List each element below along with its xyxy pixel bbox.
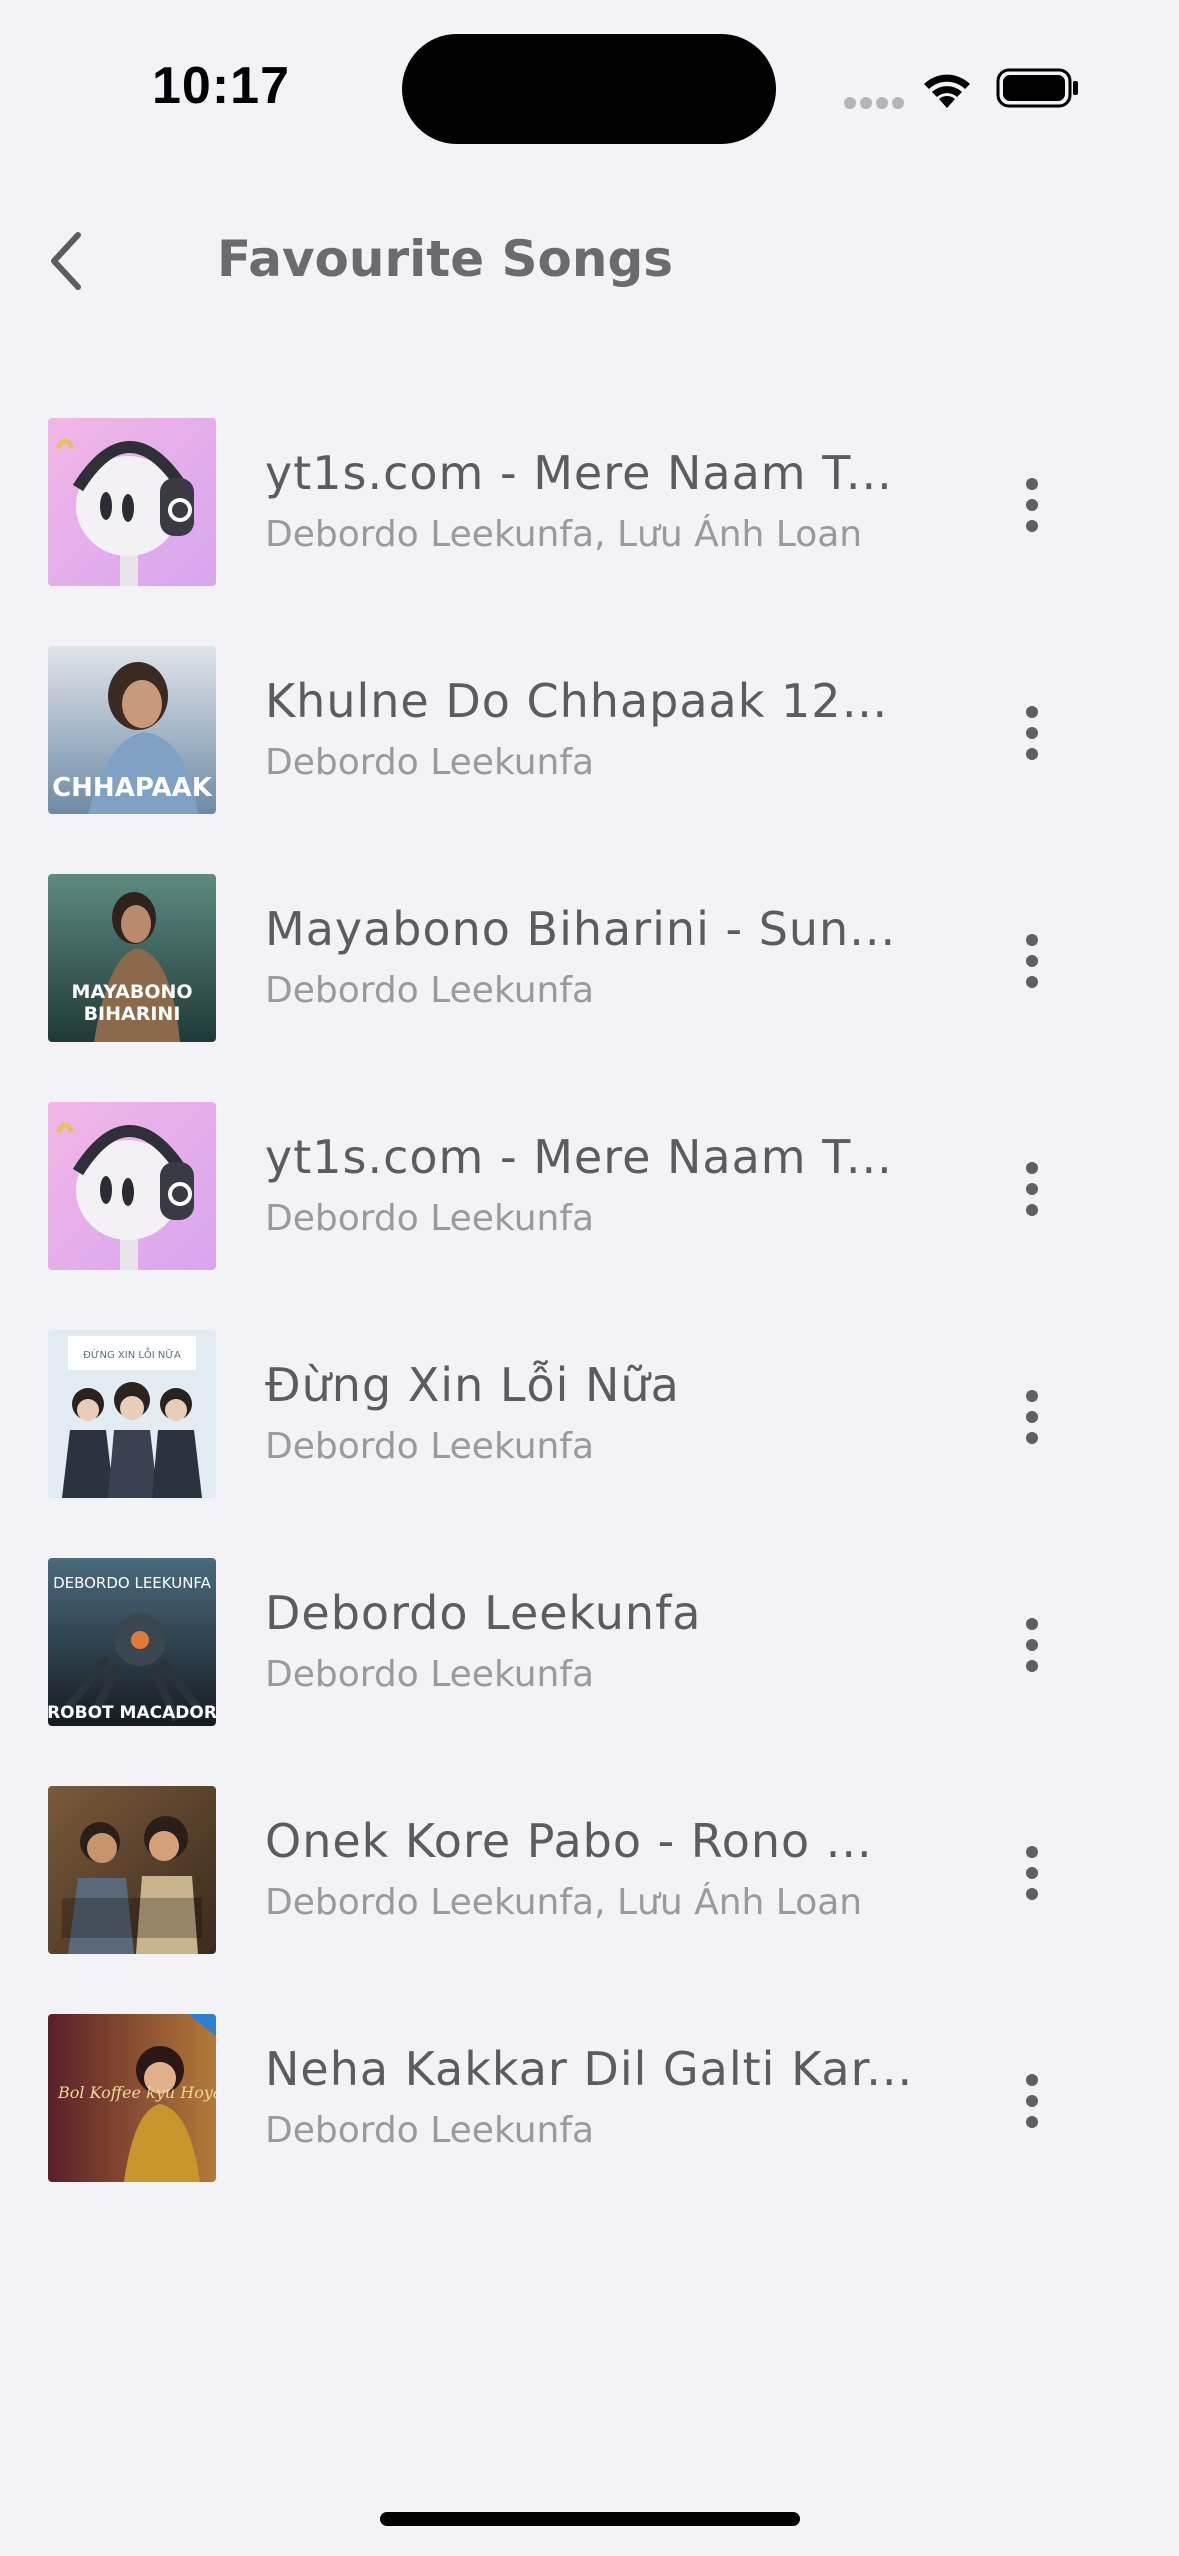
song-artist: Debordo Leekunfa xyxy=(265,1198,595,1239)
more-options-button[interactable] xyxy=(1000,1600,1064,1690)
more-vertical-icon xyxy=(1026,706,1038,718)
album-art-headphone-mascot xyxy=(48,418,216,586)
song-artist: Debordo Leekunfa xyxy=(265,970,595,1011)
song-row[interactable]: yt1s.com - Mere Naam T... Debordo Leekun… xyxy=(0,1094,1179,1322)
back-button[interactable] xyxy=(36,226,96,296)
song-row[interactable]: ĐỪNG XIN LỖI NỮA Đừng Xin Lỗi Nữa Debord… xyxy=(0,1322,1179,1550)
svg-text:DEBORDO LEEKUNFA: DEBORDO LEEKUNFA xyxy=(53,1574,212,1592)
song-row[interactable]: Onek Kore Pabo - Rono ... Debordo Leekun… xyxy=(0,1778,1179,2006)
album-art-robot-macador: DEBORDO LEEKUNFA ROBOT MACADOR xyxy=(48,1558,216,1726)
svg-text:BIHARINI: BIHARINI xyxy=(84,1003,181,1025)
song-artist: Debordo Leekunfa xyxy=(265,742,595,783)
album-art-mayabono: MAYABONO BIHARINI xyxy=(48,874,216,1042)
album-art-onek-kore-pabo xyxy=(48,1786,216,1954)
song-artist: Debordo Leekunfa, Lưu Ánh Loan xyxy=(265,1882,863,1923)
svg-text:CHHAPAAK: CHHAPAAK xyxy=(52,773,213,803)
song-title: yt1s.com - Mere Naam T... xyxy=(265,446,893,500)
more-options-button[interactable] xyxy=(1000,1828,1064,1918)
album-art-chhapaak: CHHAPAAK xyxy=(48,646,216,814)
more-options-button[interactable] xyxy=(1000,916,1064,1006)
song-artist: Debordo Leekunfa, Lưu Ánh Loan xyxy=(265,514,863,555)
status-time: 10:17 xyxy=(152,57,290,115)
song-row[interactable]: yt1s.com - Mere Naam T... Debordo Leekun… xyxy=(0,410,1179,638)
song-title: Debordo Leekunfa xyxy=(265,1586,702,1640)
song-row[interactable]: CHHAPAAK Khulne Do Chhapaak 128... Debor… xyxy=(0,638,1179,866)
album-art-headphone-mascot xyxy=(48,1102,216,1270)
more-vertical-icon xyxy=(1026,2074,1038,2086)
song-title: Đừng Xin Lỗi Nữa xyxy=(265,1358,680,1412)
dynamic-island xyxy=(402,34,776,144)
more-vertical-icon xyxy=(1026,1618,1038,1630)
wifi-icon xyxy=(918,66,976,114)
song-artist: Debordo Leekunfa xyxy=(265,1654,595,1695)
more-options-button[interactable] xyxy=(1000,1144,1064,1234)
album-art-neha-kakkar: Bol Koffee kyu Hoya xyxy=(48,2014,216,2182)
more-vertical-icon xyxy=(1026,478,1038,490)
svg-text:Bol Koffee kyu Hoya: Bol Koffee kyu Hoya xyxy=(57,2083,216,2102)
song-row[interactable]: DEBORDO LEEKUNFA ROBOT MACADOR Debordo L… xyxy=(0,1550,1179,1778)
home-indicator[interactable] xyxy=(380,2512,800,2526)
more-options-button[interactable] xyxy=(1000,688,1064,778)
song-artist: Debordo Leekunfa xyxy=(265,1426,595,1467)
more-options-button[interactable] xyxy=(1000,460,1064,550)
chevron-left-icon xyxy=(51,232,81,290)
svg-text:MAYABONO: MAYABONO xyxy=(71,981,192,1003)
song-title: yt1s.com - Mere Naam T... xyxy=(265,1130,893,1184)
cellular-signal-icon xyxy=(844,94,908,113)
song-title: Onek Kore Pabo - Rono ... xyxy=(265,1814,873,1868)
song-artist: Debordo Leekunfa xyxy=(265,2110,595,2151)
favourite-songs-list: yt1s.com - Mere Naam T... Debordo Leekun… xyxy=(0,410,1179,2234)
song-title: Khulne Do Chhapaak 128... xyxy=(265,674,915,728)
more-options-button[interactable] xyxy=(1000,1372,1064,1462)
more-vertical-icon xyxy=(1026,934,1038,946)
song-row[interactable]: MAYABONO BIHARINI Mayabono Biharini - Su… xyxy=(0,866,1179,1094)
battery-icon xyxy=(996,66,1080,114)
more-vertical-icon xyxy=(1026,1390,1038,1402)
song-title: Neha Kakkar Dil Galti Kar... xyxy=(265,2042,914,2096)
navigation-header: Favourite Songs xyxy=(0,200,1179,320)
album-art-dung-xin-loi-nua: ĐỪNG XIN LỖI NỮA xyxy=(48,1330,216,1498)
svg-text:ROBOT MACADOR: ROBOT MACADOR xyxy=(48,1703,216,1723)
song-title: Mayabono Biharini - Sun... xyxy=(265,902,897,956)
more-vertical-icon xyxy=(1026,1162,1038,1174)
more-options-button[interactable] xyxy=(1000,2056,1064,2146)
song-row[interactable]: Bol Koffee kyu Hoya Neha Kakkar Dil Galt… xyxy=(0,2006,1179,2234)
more-vertical-icon xyxy=(1026,1846,1038,1858)
status-bar: 10:17 xyxy=(0,0,1179,150)
page-title: Favourite Songs xyxy=(217,230,674,288)
